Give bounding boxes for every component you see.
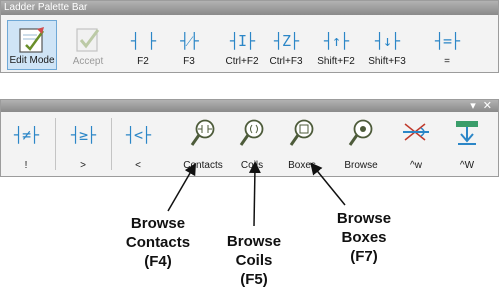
callout-browse-coils: Browse Coils (F5)	[212, 232, 296, 289]
arrow-contacts	[167, 162, 197, 212]
callout-line: Boxes	[341, 229, 387, 246]
callout-line: Contacts	[125, 234, 191, 251]
callout-line: Browse	[336, 210, 392, 227]
arrow-boxes	[310, 162, 346, 206]
callout-line: Coils	[235, 252, 273, 269]
arrow-coils	[248, 161, 261, 227]
callout-line: (F4)	[144, 253, 172, 270]
callout-browse-contacts: Browse Contacts (F4)	[112, 214, 204, 271]
callout-line: (F5)	[240, 271, 268, 288]
callout-browse-boxes: Browse Boxes (F7)	[322, 209, 406, 266]
callout-line: Browse	[226, 233, 282, 250]
callout-line: (F7)	[350, 248, 378, 265]
callout-line: Browse	[130, 215, 186, 232]
